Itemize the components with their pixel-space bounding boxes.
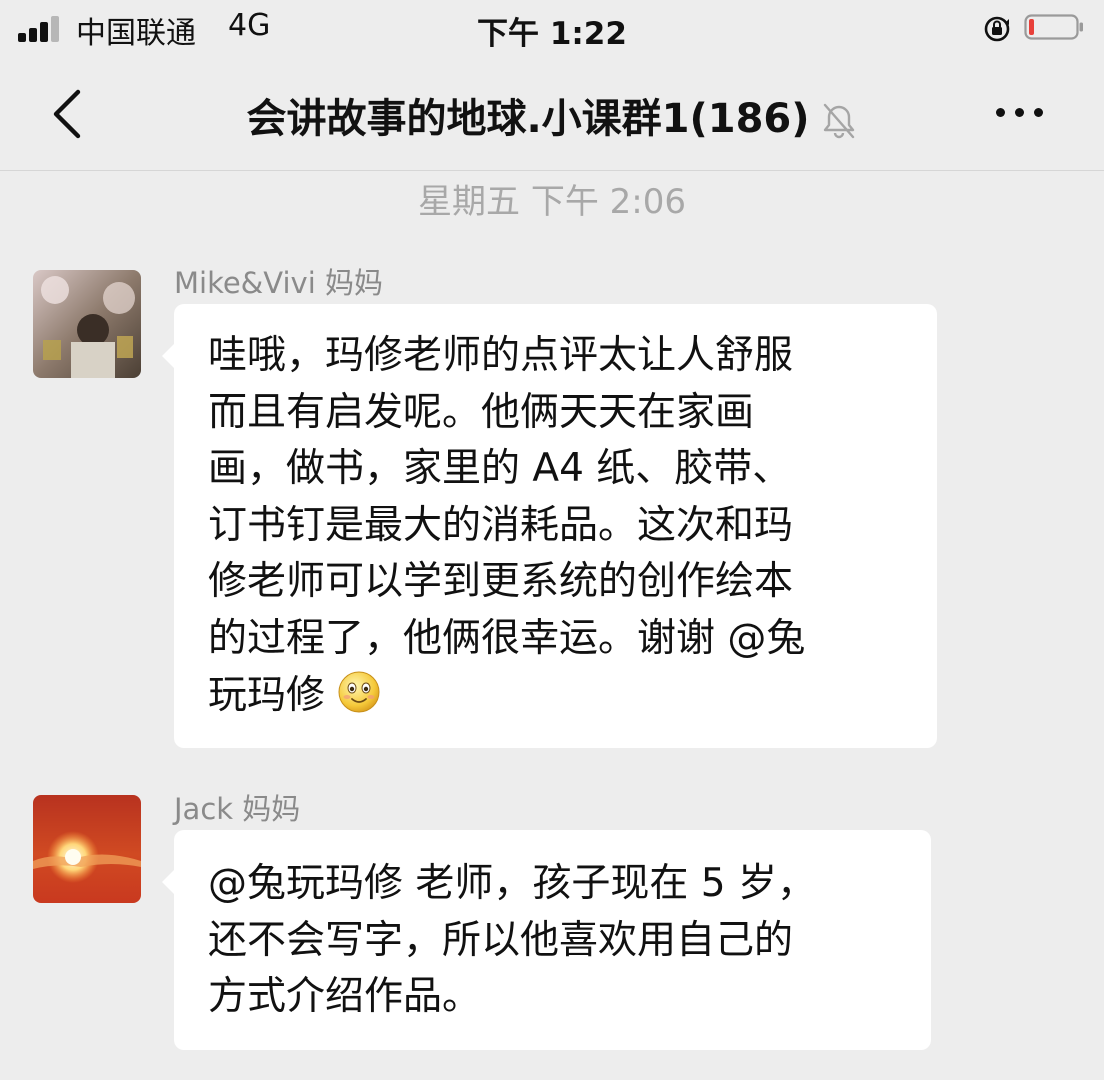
- message-line: 画，做书，家里的 A4 纸、胶带、: [208, 446, 792, 492]
- message-line: 而且有启发呢。他俩天天在家画: [208, 389, 755, 435]
- message-line: 订书钉是最大的消耗品。这次和玛: [208, 502, 794, 548]
- sender-name: Mike&Vivi 妈妈: [174, 266, 383, 300]
- status-time: 下午 1:22: [477, 16, 627, 52]
- chat-title-text: 会讲故事的地球.小课群1(186): [246, 96, 810, 142]
- message-line: @兔玩玛修 老师，孩子现在 5 岁，: [208, 861, 817, 906]
- rotation-lock-icon: [984, 16, 1010, 42]
- status-bar: 中国联通 4G 下午 1:22: [0, 0, 1104, 60]
- chat-title: 会讲故事的地球.小课群1(186): [0, 86, 1104, 144]
- chat-header: 会讲故事的地球.小课群1(186): [0, 62, 1104, 171]
- avatar-sunset-icon: [33, 795, 141, 903]
- message-line: 玩玛修: [208, 672, 326, 718]
- message-bubble[interactable]: 哇哦，玛修老师的点评太让人舒服 而且有启发呢。他俩天天在家画 画，做书，家里的 …: [162, 304, 937, 748]
- sender-name: Jack 妈妈: [174, 792, 301, 826]
- mute-bell-icon: [823, 103, 854, 139]
- avatar[interactable]: [33, 270, 141, 378]
- message-line: 还不会写字，所以他喜欢用自己的: [208, 917, 794, 963]
- battery-icon: [1024, 14, 1083, 40]
- message-timestamp: 星期五 下午 2:06: [418, 182, 686, 222]
- message-line: 方式介绍作品。: [208, 974, 482, 1020]
- smile-emoji-icon: [338, 671, 380, 713]
- more-options-button[interactable]: [990, 92, 1050, 132]
- message-bubble[interactable]: @兔玩玛修 老师，孩子现在 5 岁， 还不会写字，所以他喜欢用自己的 方式介绍作…: [162, 830, 931, 1050]
- message-line: 修老师可以学到更系统的创作绘本: [208, 559, 794, 605]
- message-line: 的过程了，他俩很幸运。谢谢 @兔: [208, 615, 806, 661]
- avatar[interactable]: [33, 795, 141, 903]
- avatar-photo-icon: [33, 270, 141, 378]
- message-line: 哇哦，玛修老师的点评太让人舒服: [208, 333, 794, 378]
